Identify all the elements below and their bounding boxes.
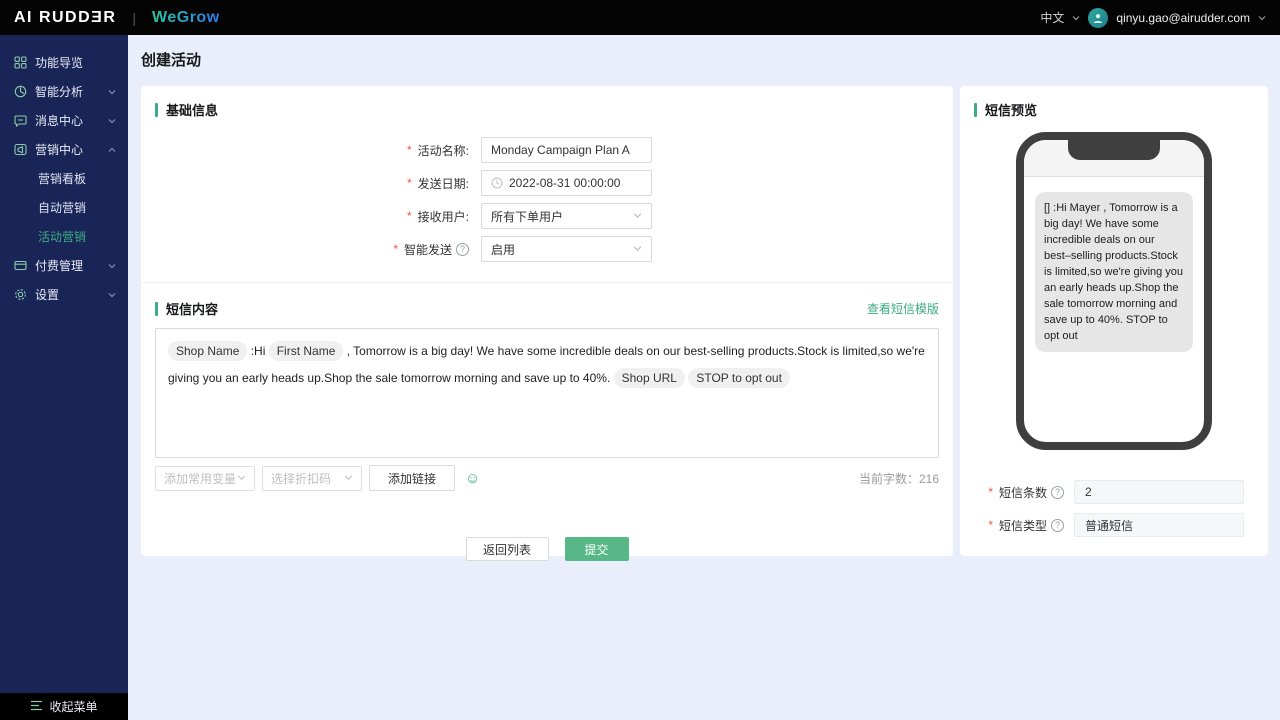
sidebar-item-label: 功能导览 [35,56,84,70]
variable-pill-first-name[interactable]: First Name [268,341,344,361]
collapse-menu-button[interactable]: 收起菜单 [0,693,128,720]
sms-preview-section-title: 短信预览 [985,103,1038,118]
campaign-name-input[interactable]: Monday Campaign Plan A [481,137,652,163]
audience-select[interactable]: 所有下单用户 [481,203,652,229]
help-icon[interactable]: ? [456,242,469,256]
help-icon[interactable]: ? [1051,485,1064,499]
chevron-down-icon [108,259,116,273]
section-marker [155,301,158,316]
chevron-down-icon [108,288,116,302]
sidebar-subitem-label: 活动营销 [38,230,87,244]
submit-button[interactable]: 提交 [564,537,629,561]
wegrow-logo: WeGrow [152,8,220,26]
collapse-menu-label: 收起菜单 [49,700,98,714]
sidebar-subitem-label: 营销看板 [38,172,87,186]
sms-count-label: * 短信条数 ? [974,484,1074,501]
phone-notch [1068,140,1160,160]
discount-code-select[interactable]: 选择折扣码 [262,465,362,491]
gear-icon [14,288,27,301]
user-avatar[interactable] [1088,7,1109,28]
char-count: 当前字数：216 [858,471,939,486]
smart-send-label: * 智能发送 ? [155,241,481,258]
sidebar-item-marketing-center[interactable]: 营销中心 [0,135,128,164]
sidebar-subitem-marketing-dashboard[interactable]: 营销看板 [0,164,128,193]
airudder-logo: AI RUDDƎR [14,8,117,26]
main-content: 创建活动 基础信息 * 活动名称: Monday Campaign Plan A [128,35,1280,720]
sidebar-subitem-auto-marketing[interactable]: 自动营销 [0,193,128,222]
sidebar-item-label: 付费管理 [35,259,84,273]
view-sms-template-link[interactable]: 查看短信模版 [867,300,939,317]
emoji-picker-icon[interactable]: ☺ [465,470,480,487]
required-asterisk: * [988,485,993,499]
sms-count-input: 2 [1074,480,1244,504]
language-selector[interactable]: 中文 [1040,9,1064,26]
sidebar-item-label: 设置 [35,288,60,302]
grid-icon [14,56,27,69]
variable-pill-shop-name[interactable]: Shop Name [168,341,248,361]
sms-preview-bubble: [] :Hi Mayer , Tomorrow is a big day! We… [1035,192,1193,353]
credit-card-icon [14,259,27,272]
add-link-button[interactable]: 添加链接 [369,465,456,491]
page-title: 创建活动 [141,52,202,69]
chevron-up-icon [108,143,116,157]
chevron-down-icon [633,242,642,256]
sidebar-subitem-campaign-marketing-active[interactable]: 活动营销 [0,222,128,251]
sms-message-editor[interactable]: Shop Name :Hi First Name , Tomorrow is a… [155,328,939,458]
sidebar-item-payment-management[interactable]: 付费管理 [0,251,128,280]
sidebar: 功能导览 智能分析 消息中心 营销中心 营销看板 自动营销 活动营销 付费管理 … [0,35,128,693]
sidebar-item-label: 消息中心 [35,114,84,128]
section-marker [155,102,158,117]
chevron-down-icon[interactable] [1072,14,1080,22]
sms-content-section-title: 短信内容 [166,302,219,317]
chevron-down-icon [108,85,116,99]
sidebar-item-label: 智能分析 [35,85,84,99]
required-asterisk: * [393,242,398,256]
back-to-list-button[interactable]: 返回列表 [465,537,549,561]
clock-icon [491,177,503,189]
message-text: :Hi [247,344,269,358]
campaign-name-label: * 活动名称: [406,143,469,158]
add-variable-select[interactable]: 添加常用变量 [155,465,255,491]
help-icon[interactable]: ? [1051,518,1064,532]
audience-label: * 接收用户: [406,209,469,224]
required-asterisk: * [406,176,412,190]
chevron-down-icon [108,114,116,128]
sms-preview-card: 短信预览 [] :Hi Mayer , Tomorrow is a big da… [960,86,1268,556]
sms-type-label: * 短信类型 ? [974,517,1074,534]
send-date-input[interactable]: 2022-08-31 00:00:00 [481,170,652,196]
sidebar-item-settings[interactable]: 设置 [0,280,128,309]
top-bar: AI RUDDƎR | WeGrow 中文 qinyu.gao@airudder… [0,0,1280,35]
sms-type-input: 普通短信 [1074,513,1244,537]
chat-bubble-icon [14,114,27,127]
smart-send-select[interactable]: 启用 [481,236,652,262]
sidebar-item-smart-analysis[interactable]: 智能分析 [0,77,128,106]
megaphone-icon [14,143,27,156]
sidebar-item-label: 营销中心 [35,143,84,157]
chevron-down-icon [237,471,246,485]
variable-pill-shop-url[interactable]: Shop URL [613,368,685,388]
phone-mockup: [] :Hi Mayer , Tomorrow is a big day! We… [1016,132,1212,450]
required-asterisk: * [406,209,412,223]
sidebar-subitem-label: 自动营销 [38,201,87,215]
variable-pill-stop-opt-out[interactable]: STOP to opt out [688,368,790,388]
section-marker [974,102,977,117]
campaign-form-card: 基础信息 * 活动名称: Monday Campaign Plan A * 发送… [141,86,953,561]
basic-info-section-title: 基础信息 [166,103,219,118]
sidebar-item-message-center[interactable]: 消息中心 [0,106,128,135]
chevron-down-icon [633,209,642,223]
user-email[interactable]: qinyu.gao@airudder.com [1116,11,1250,25]
section-divider [141,282,953,283]
logo-divider: | [132,9,137,26]
send-date-label: * 发送日期: [406,176,469,191]
sidebar-item-feature-guide[interactable]: 功能导览 [0,48,128,77]
chevron-down-icon[interactable] [1258,14,1266,22]
required-asterisk: * [406,143,412,157]
chevron-down-icon [344,471,353,485]
required-asterisk: * [988,518,993,532]
analytics-icon [14,85,27,98]
hamburger-icon [30,700,43,714]
